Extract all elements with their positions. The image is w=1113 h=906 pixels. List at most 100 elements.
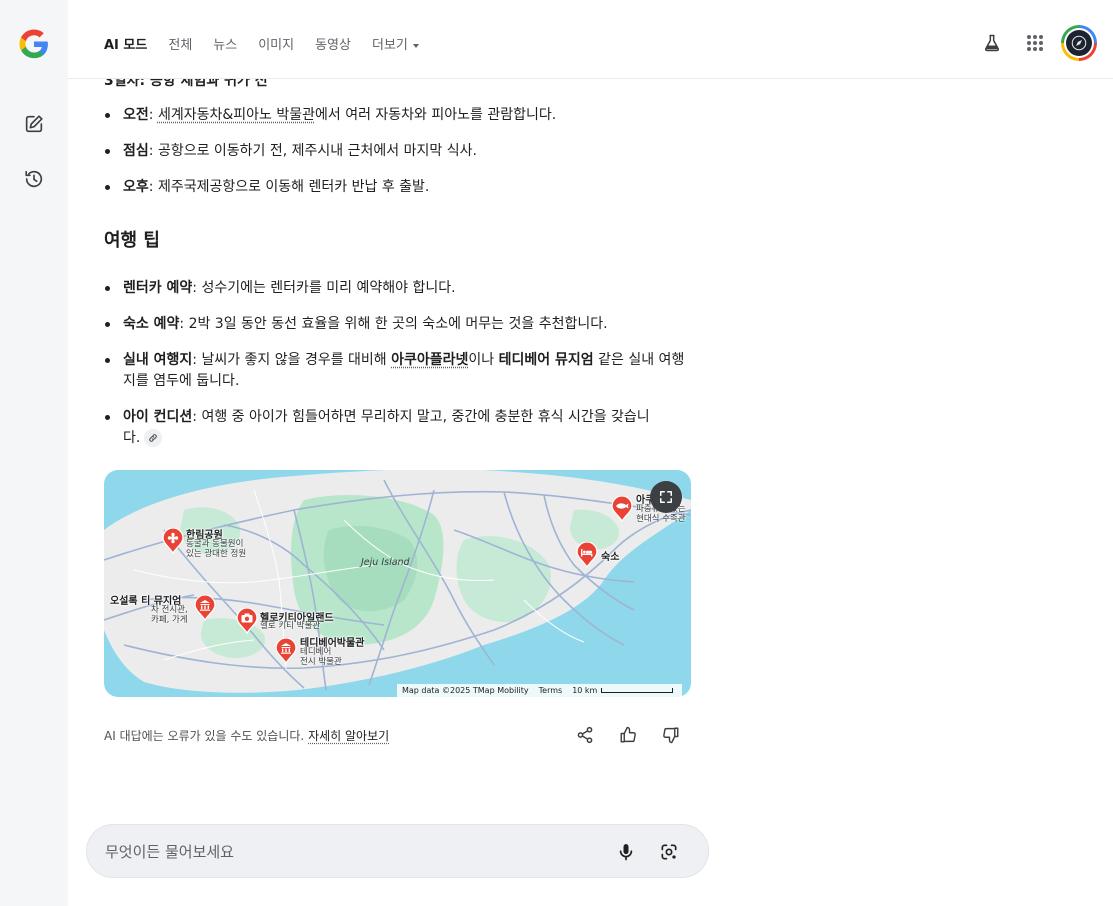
microphone-icon [619, 844, 633, 861]
flower-icon [162, 527, 184, 555]
ask-box [86, 824, 709, 878]
place-desc: 있는 광대한 정원 [186, 549, 247, 559]
lens-camera-icon [661, 844, 677, 860]
lens-search-button[interactable] [657, 840, 681, 864]
map-pin-hello-kitty[interactable] [236, 607, 258, 635]
map-scale: 10 km [572, 686, 674, 695]
item-text: 제주국제공항으로 이동해 렌터카 반납 후 출발. [157, 179, 430, 195]
item-label: 오전 [123, 107, 149, 123]
account-avatar[interactable] [1061, 25, 1097, 61]
flask-icon [984, 34, 1000, 52]
place-desc: 전시 박물관 [300, 657, 342, 667]
map-attribution: Map data ©2025 TMap Mobility Terms 10 km [397, 684, 683, 697]
item-sep: : [148, 179, 158, 195]
thumbs-up-button[interactable] [617, 724, 639, 746]
aqua-planet-link[interactable]: 아쿠아플라넷 [391, 352, 468, 368]
tab-images[interactable]: 이미지 [258, 34, 294, 53]
map-pin-lodging[interactable] [576, 541, 598, 569]
day3-list: 오전: 세계자동차&피아노 박물관에서 여러 자동차와 피아노를 관람합니다. … [104, 105, 694, 198]
museum-icon [275, 637, 297, 665]
item-label: 오후 [123, 179, 149, 195]
travel-tips-heading: 여행 팁 [104, 230, 160, 251]
item-text: 이나 [468, 352, 499, 368]
place-desc: 테디베어 [300, 647, 332, 657]
scale-bar [601, 688, 674, 693]
history-icon [25, 170, 43, 188]
fish-icon [611, 495, 633, 523]
item-text: : 2박 3일 동안 동선 효율을 위해 한 곳의 숙소에 머무는 것을 추천합… [179, 316, 608, 332]
item-text: 공항으로 이동하기 전, 제주시내 근처에서 마지막 식사. [157, 143, 477, 159]
item-sep: : [148, 107, 158, 123]
tab-more-label: 더보기 [371, 38, 408, 53]
caret-down-icon [412, 43, 419, 48]
thumbs-up-icon [620, 726, 636, 743]
tab-ai-mode[interactable]: AI 모드 [104, 34, 147, 53]
place-desc: 동굴과 동물원이 [186, 539, 244, 549]
tab-news[interactable]: 뉴스 [213, 34, 237, 53]
map-pin-aqua-planet[interactable] [611, 495, 633, 523]
map-data-credit: Map data ©2025 TMap Mobility [402, 686, 529, 695]
search-mode-tabs: AI 모드 전체 뉴스 이미지 동영상 더보기 [104, 34, 440, 53]
link-icon [149, 434, 158, 442]
place-desc: 현대식 수족관 [636, 514, 686, 524]
list-item: 렌터카 예약: 성수기에는 렌터카를 미리 예약해야 합니다. [104, 278, 694, 299]
avatar-ring [1064, 28, 1094, 58]
map-pin-teddy-bear[interactable] [275, 637, 297, 665]
share-icon [577, 726, 593, 744]
list-item: 오후: 제주국제공항으로 이동해 렌터카 반납 후 출발. [104, 177, 694, 198]
item-text: : 날씨가 좋지 않을 경우를 대비해 [192, 352, 392, 368]
top-bar: AI 모드 전체 뉴스 이미지 동영상 더보기 [68, 0, 1113, 79]
map-terms-link[interactable]: Terms [539, 686, 563, 695]
item-text: : 여행 중 아이가 힘들어하면 무리하지 말고, 중간에 충분한 휴식 시간을… [123, 409, 650, 446]
apps-button[interactable] [1023, 31, 1047, 55]
list-item: 아이 컨디션: 여행 중 아이가 힘들어하면 무리하지 말고, 중간에 충분한 … [104, 407, 694, 449]
item-label: 점심 [123, 143, 149, 159]
item-label: 숙소 예약 [123, 316, 180, 332]
place-desc: 헬로 키티 박물관 [260, 621, 321, 631]
avatar-image [1066, 30, 1092, 56]
map-pin-hallim-park[interactable] [162, 527, 184, 555]
camera-icon [236, 607, 258, 635]
ai-disclaimer: AI 대답에는 오류가 있을 수도 있습니다. 자세히 알아보기 [104, 727, 389, 744]
trip-map[interactable]: Jeju Island 한림공원 동굴과 동물원이 있는 광대한 정원 오설록 … [104, 470, 691, 697]
source-link-button[interactable] [144, 429, 163, 447]
labs-button[interactable] [980, 31, 1004, 55]
edit-icon [25, 115, 43, 133]
apps-grid-icon [1027, 35, 1043, 51]
item-text: 에서 여러 자동차와 피아노를 관람합니다. [314, 107, 557, 123]
history-button[interactable] [20, 165, 48, 193]
map-expand-button[interactable] [650, 481, 682, 513]
tab-more[interactable]: 더보기 [372, 34, 419, 53]
share-button[interactable] [574, 724, 596, 746]
museum-icon [194, 594, 216, 622]
map-pin-osulloc[interactable] [194, 594, 216, 622]
learn-more-link[interactable]: 자세히 알아보기 [308, 729, 389, 743]
car-piano-museum-link[interactable]: 세계자동차&피아노 박물관 [158, 107, 315, 123]
item-text: : 성수기에는 렌터카를 미리 예약해야 합니다. [192, 280, 456, 296]
google-logo-icon[interactable] [17, 27, 51, 61]
left-rail [0, 0, 68, 906]
map-scale-label: 10 km [572, 686, 598, 695]
list-item: 점심: 공항으로 이동하기 전, 제주시내 근처에서 마지막 식사. [104, 141, 694, 162]
bed-icon [576, 541, 598, 569]
thumbs-down-icon [663, 727, 679, 744]
thumbs-down-button[interactable] [660, 724, 682, 746]
island-label: Jeju Island [361, 557, 410, 568]
new-chat-button[interactable] [20, 110, 48, 138]
list-item: 오전: 세계자동차&피아노 박물관에서 여러 자동차와 피아노를 관람합니다. [104, 105, 694, 126]
place-desc: 차 전시관, [151, 605, 188, 615]
item-sep: : [148, 143, 158, 159]
tab-all[interactable]: 전체 [168, 34, 192, 53]
list-item: 실내 여행지: 날씨가 좋지 않을 경우를 대비해 아쿠아플라넷이나 테디베어 … [104, 350, 694, 392]
voice-search-button[interactable] [614, 840, 638, 864]
tab-videos[interactable]: 동영상 [315, 34, 351, 53]
disclaimer-text: AI 대답에는 오류가 있을 수도 있습니다. [104, 729, 309, 743]
item-label: 아이 컨디션 [123, 409, 193, 425]
place-name: 숙소 [601, 552, 620, 563]
ask-input[interactable] [105, 839, 585, 865]
compass-icon [1071, 35, 1087, 51]
item-bold: 테디베어 뮤지엄 [498, 352, 594, 368]
tips-list: 렌터카 예약: 성수기에는 렌터카를 미리 예약해야 합니다. 숙소 예약: 2… [104, 278, 694, 449]
item-label: 실내 여행지 [123, 352, 193, 368]
map-base-layer [104, 470, 691, 693]
